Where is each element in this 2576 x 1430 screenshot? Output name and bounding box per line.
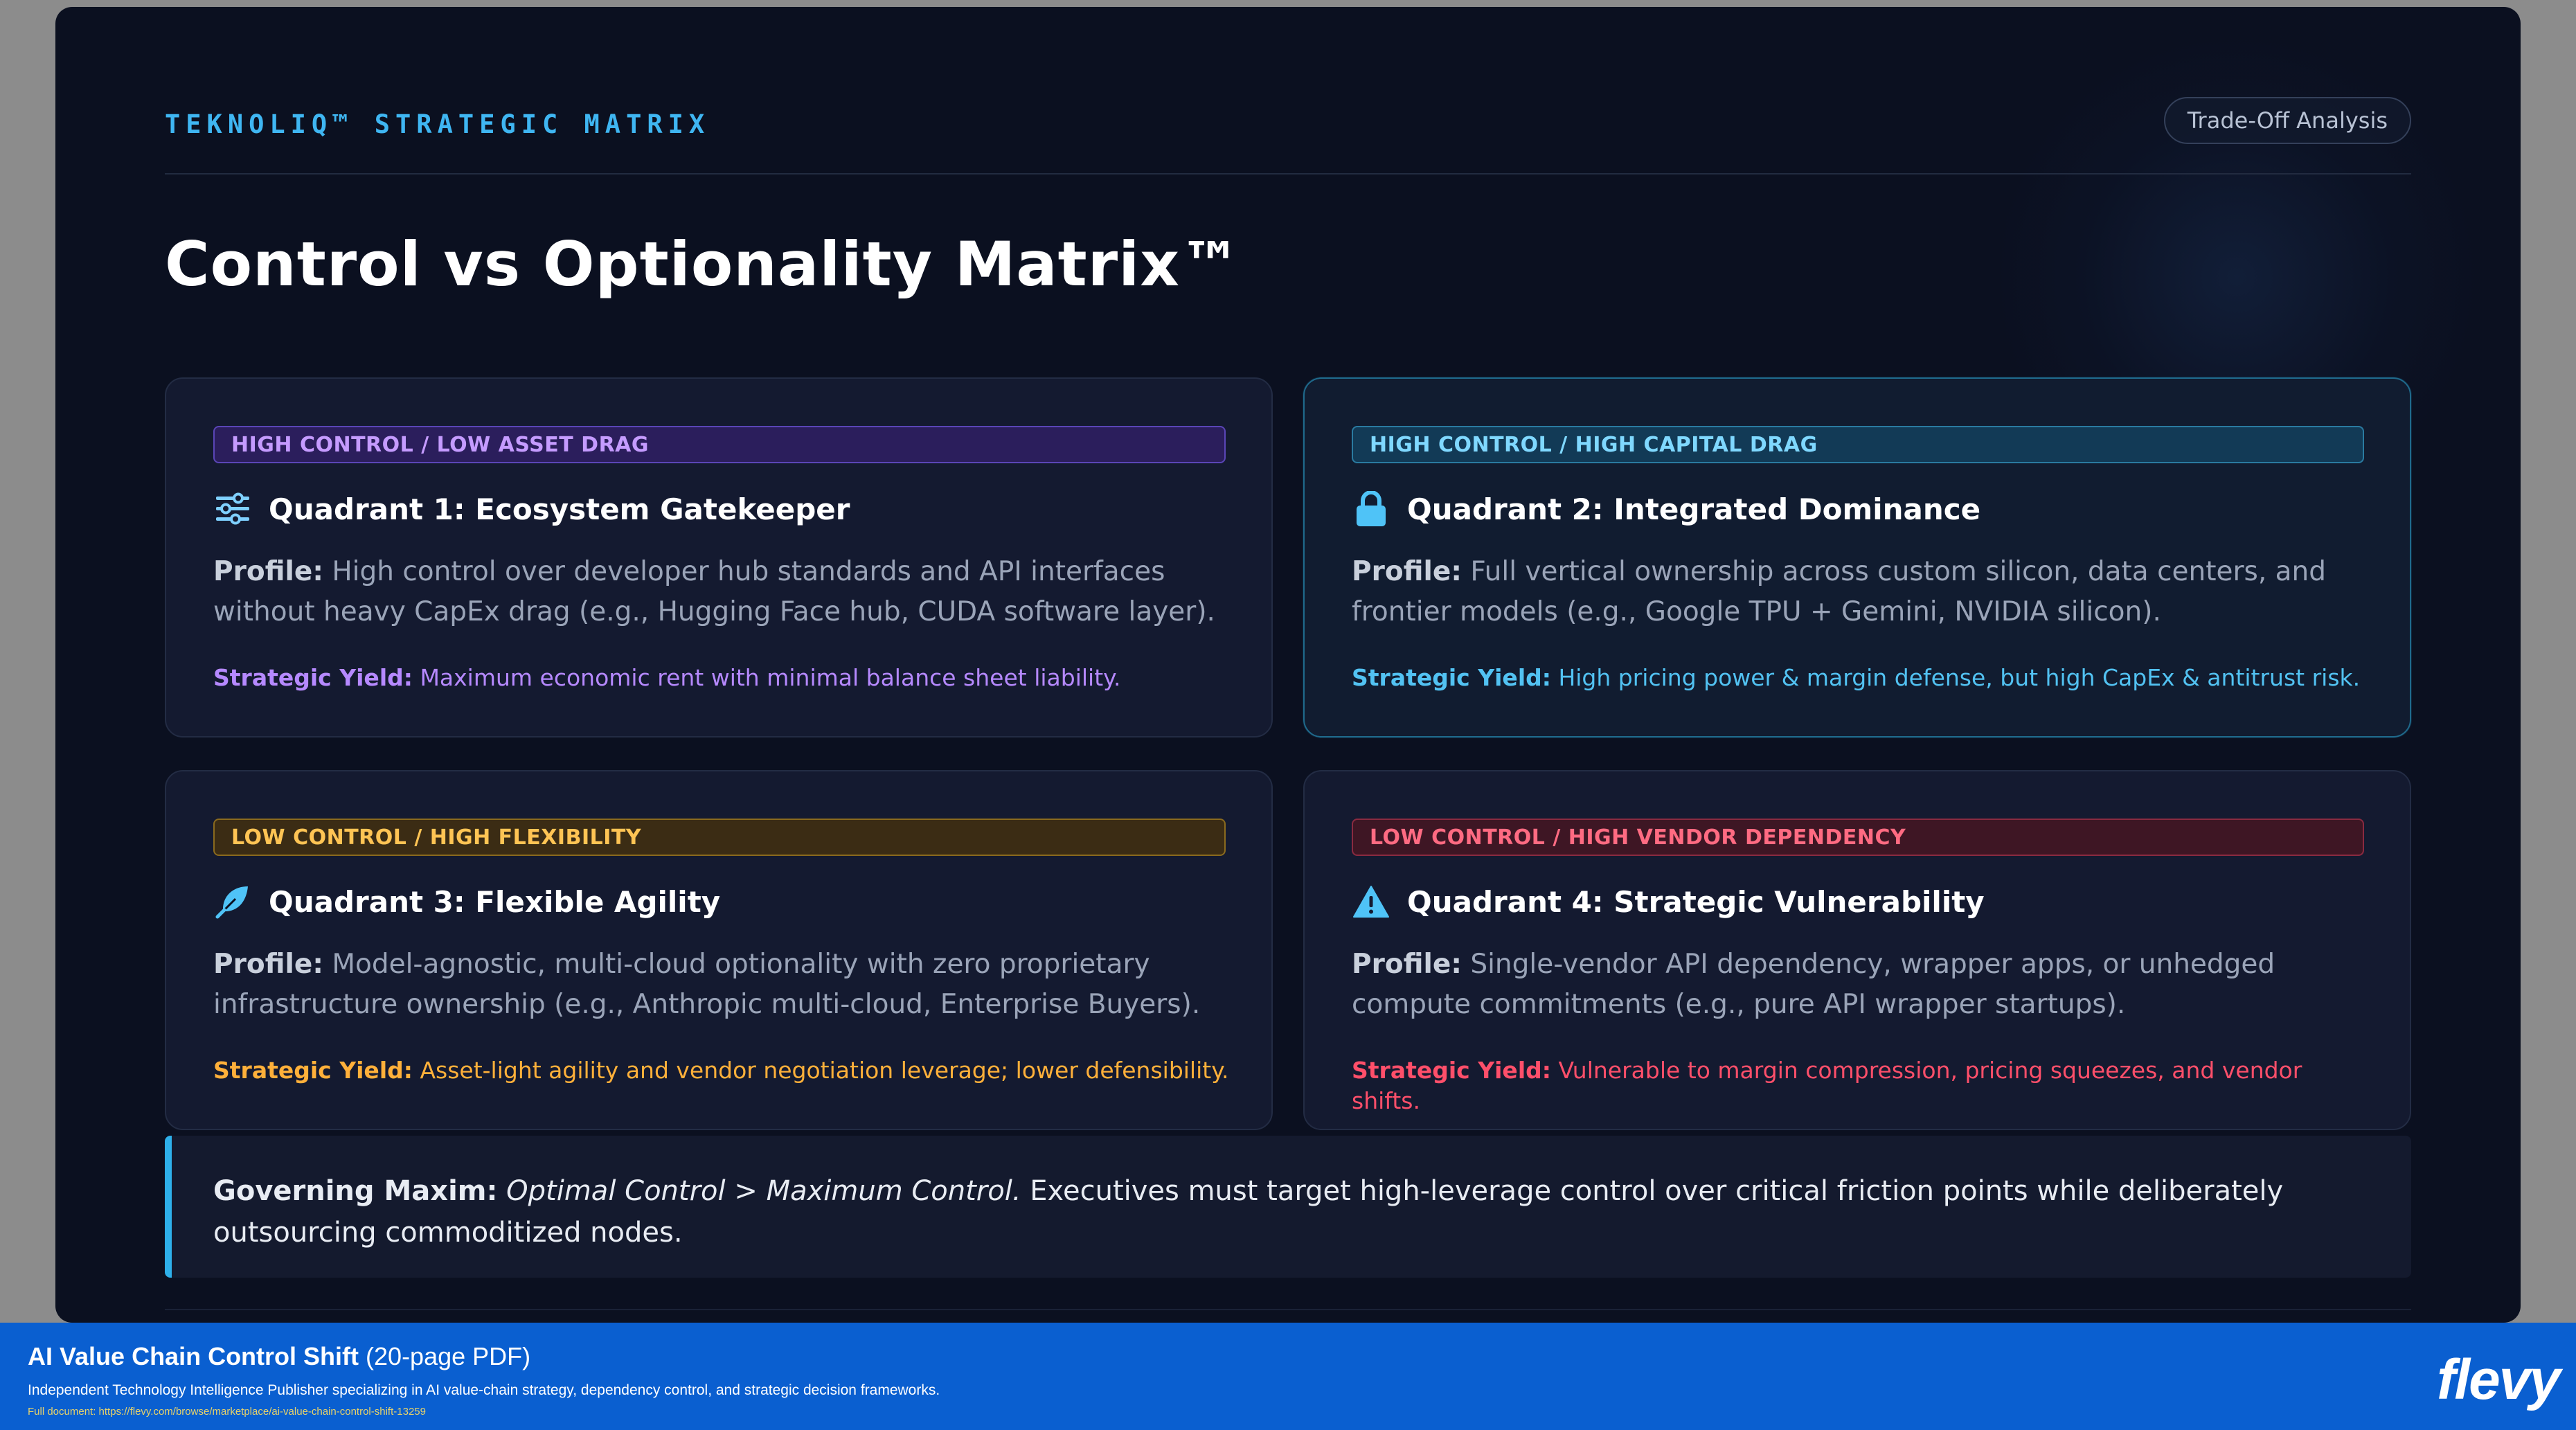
quadrant-yield: Strategic Yield: High pricing power & ma…	[1352, 664, 2361, 691]
feather-icon	[213, 882, 252, 921]
quadrant-yield: Strategic Yield: Vulnerable to margin co…	[1352, 1057, 2302, 1114]
publisher-description: Independent Technology Intelligence Publ…	[28, 1382, 940, 1398]
quadrant-card-2: HIGH CONTROL / HIGH CAPITAL DRAG Quadran…	[1303, 377, 2411, 738]
quadrant-profile: Profile: High control over developer hub…	[213, 556, 1215, 627]
quadrant-card-4: LOW CONTROL / HIGH VENDOR DEPENDENCY Qua…	[1303, 770, 2411, 1130]
quadrant-card-3: LOW CONTROL / HIGH FLEXIBILITY Quadrant …	[165, 770, 1273, 1130]
slide: TEKNOLIQ™ STRATEGIC MATRIX Trade-Off Ana…	[55, 7, 2521, 1323]
quadrant-title: Quadrant 3: Flexible Agility	[269, 884, 721, 919]
quadrant-tag: HIGH CONTROL / HIGH CAPITAL DRAG	[1352, 426, 2364, 463]
document-title: AI Value Chain Control Shift (20-page PD…	[28, 1342, 531, 1370]
governing-maxim: Governing Maxim: Optimal Control > Maxim…	[165, 1136, 2411, 1278]
quadrant-tag: HIGH CONTROL / LOW ASSET DRAG	[213, 426, 1226, 463]
quadrant-yield: Strategic Yield: Maximum economic rent w…	[213, 664, 1121, 691]
quadrant-profile: Profile: Model-agnostic, multi-cloud opt…	[213, 949, 1201, 1020]
header-divider	[165, 173, 2411, 175]
quadrant-title: Quadrant 1: Ecosystem Gatekeeper	[269, 492, 850, 526]
brand-label: TEKNOLIQ™ STRATEGIC MATRIX	[165, 109, 710, 139]
document-footer-banner: AI Value Chain Control Shift (20-page PD…	[0, 1323, 2576, 1430]
lock-icon	[1352, 490, 1390, 528]
quadrant-profile: Profile: Single-vendor API dependency, w…	[1352, 949, 2275, 1020]
trade-off-badge: Trade-Off Analysis	[2163, 97, 2411, 144]
page-title: Control vs Optionality Matrix™	[165, 229, 1242, 300]
warning-icon	[1352, 882, 1390, 921]
quadrant-tag: LOW CONTROL / HIGH VENDOR DEPENDENCY	[1352, 819, 2364, 856]
quadrant-profile: Profile: Full vertical ownership across …	[1352, 556, 2327, 627]
quadrant-title: Quadrant 4: Strategic Vulnerability	[1407, 884, 1985, 919]
sliders-icon	[213, 490, 252, 528]
quadrant-yield: Strategic Yield: Asset-light agility and…	[213, 1057, 1229, 1084]
flevy-logo[interactable]: flevy	[2437, 1348, 2561, 1413]
document-link[interactable]: Full document: https://flevy.com/browse/…	[28, 1406, 426, 1418]
quadrant-tag: LOW CONTROL / HIGH FLEXIBILITY	[213, 819, 1226, 856]
bottom-divider	[165, 1309, 2411, 1310]
quadrant-card-1: HIGH CONTROL / LOW ASSET DRAG Quadrant 1…	[165, 377, 1273, 738]
quadrant-title: Quadrant 2: Integrated Dominance	[1407, 492, 1981, 526]
